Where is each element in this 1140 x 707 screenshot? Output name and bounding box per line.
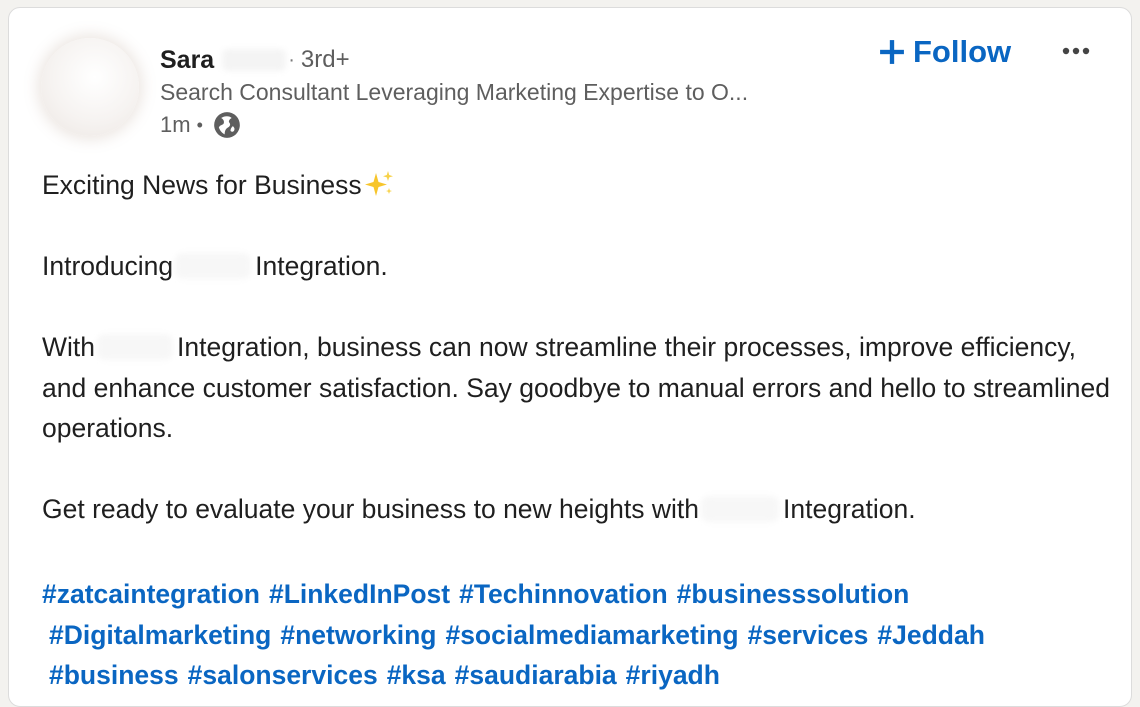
redacted-product-name — [701, 496, 779, 522]
post-meta: 1m • — [160, 110, 241, 140]
follow-label: Follow — [913, 34, 1012, 69]
hashtag-link[interactable]: #Techinnovation — [459, 579, 668, 609]
hashtag-line: #zatcaintegration #LinkedInPost #Techinnov… — [42, 574, 1122, 615]
hashtag-link[interactable]: #salonservices — [188, 660, 378, 690]
follow-button[interactable]: Follow — [879, 30, 1011, 74]
author-headline: Search Consultant Leveraging Marketing E… — [160, 79, 749, 105]
benefits-paragraph: With Integration, business can now stream… — [42, 332, 1110, 443]
post-title-line: Exciting News for Business — [42, 165, 1112, 206]
more-options-icon[interactable] — [1057, 36, 1097, 66]
intro-paragraph: Introducing Integration. — [42, 251, 388, 281]
post-timestamp[interactable]: 1m — [160, 112, 191, 138]
redacted-product-name — [97, 334, 173, 360]
closing-paragraph: Get ready to evaluate your business to n… — [42, 494, 916, 524]
separator-dot: • — [196, 114, 203, 135]
globe-icon — [214, 112, 240, 138]
hashtag-link[interactable]: #saudiarabia — [455, 660, 617, 690]
hashtag-link[interactable]: #socialmediamarketing — [445, 620, 738, 650]
redacted-product-name — [175, 253, 252, 279]
hashtag-link[interactable]: #riyadh — [626, 660, 720, 690]
hashtag-link[interactable]: #networking — [280, 620, 436, 650]
hashtag-link[interactable]: #zatcaintegration — [42, 579, 260, 609]
connection-degree: 3rd+ — [300, 46, 350, 73]
hashtag-link[interactable]: #ksa — [387, 660, 446, 690]
plus-icon — [880, 40, 904, 64]
hashtag-line: #business #salonservices #ksa #saudiarabia #… — [42, 655, 1122, 696]
hashtag-link[interactable]: #Jeddah — [877, 620, 985, 650]
hashtag-line: #Digitalmarketing #networking #socialmedia… — [42, 615, 1122, 656]
hashtag-link[interactable]: #Digitalmarketing — [49, 620, 271, 650]
author-name-row[interactable]: Sara · 3rd+ — [160, 43, 350, 77]
hashtag-link[interactable]: #businesssolution — [677, 579, 910, 609]
post-title: Exciting News for Business — [42, 170, 362, 200]
sparkles-icon — [364, 171, 393, 196]
post-body: Exciting News for Business Introducing In… — [42, 165, 1112, 530]
post-card: Sara · 3rd+ Search Consultant Leveraging… — [8, 7, 1132, 707]
author-name[interactable]: Sara — [160, 46, 214, 75]
hashtag-list: #zatcaintegration #LinkedInPost #Techinnov… — [42, 574, 1122, 696]
hashtag-link[interactable]: #business — [49, 660, 179, 690]
redacted-surname — [222, 49, 287, 71]
avatar[interactable] — [41, 38, 139, 136]
hashtag-link[interactable]: #LinkedInPost — [269, 579, 450, 609]
hashtag-link[interactable]: #services — [748, 620, 869, 650]
separator-dot: · — [288, 48, 295, 71]
